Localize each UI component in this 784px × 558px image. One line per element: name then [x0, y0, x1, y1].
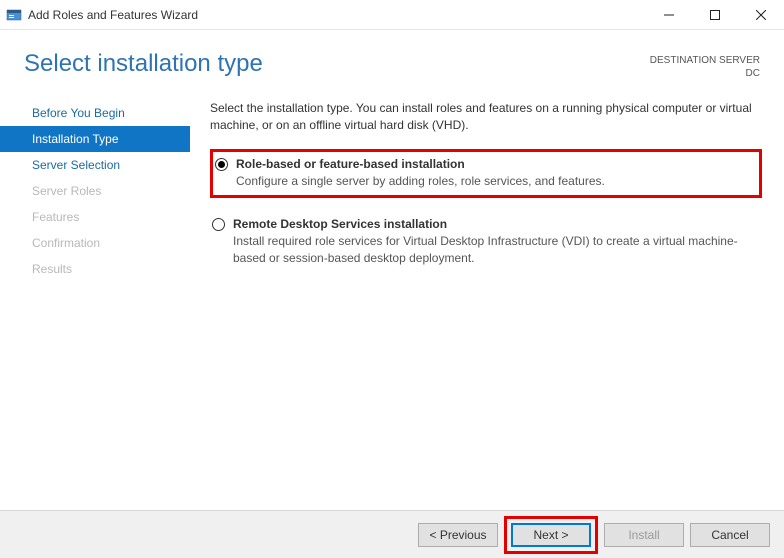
step-server-roles: Server Roles — [0, 178, 190, 204]
option-text: Remote Desktop Services installation Ins… — [233, 216, 760, 268]
radio-role-based[interactable] — [215, 158, 228, 171]
header: Select installation type DESTINATION SER… — [0, 30, 784, 90]
step-features: Features — [0, 204, 190, 230]
destination-value: DC — [650, 67, 760, 80]
close-button[interactable] — [738, 0, 784, 30]
option-desc: Configure a single server by adding role… — [236, 173, 605, 190]
step-server-selection[interactable]: Server Selection — [0, 152, 190, 178]
option-desc: Install required role services for Virtu… — [233, 233, 760, 268]
body: Before You Begin Installation Type Serve… — [0, 90, 784, 500]
instruction-text: Select the installation type. You can in… — [210, 100, 762, 135]
minimize-button[interactable] — [646, 0, 692, 30]
step-installation-type[interactable]: Installation Type — [0, 126, 190, 152]
sidebar: Before You Begin Installation Type Serve… — [0, 90, 190, 500]
destination-label: DESTINATION SERVER — [650, 54, 760, 67]
content: Select the installation type. You can in… — [190, 90, 784, 500]
step-results: Results — [0, 256, 190, 282]
step-before-you-begin[interactable]: Before You Begin — [0, 100, 190, 126]
option-role-based[interactable]: Role-based or feature-based installation… — [210, 149, 762, 198]
option-title: Role-based or feature-based installation — [236, 156, 605, 173]
radio-remote-desktop[interactable] — [212, 218, 225, 231]
previous-button[interactable]: < Previous — [418, 523, 498, 547]
cancel-button[interactable]: Cancel — [690, 523, 770, 547]
wizard-icon — [6, 7, 22, 23]
page-title: Select installation type — [24, 50, 263, 78]
next-button-highlight: Next > — [504, 516, 598, 554]
option-title: Remote Desktop Services installation — [233, 216, 760, 233]
titlebar: Add Roles and Features Wizard — [0, 0, 784, 30]
option-text: Role-based or feature-based installation… — [236, 156, 605, 191]
next-button[interactable]: Next > — [511, 523, 591, 547]
destination-server: DESTINATION SERVER DC — [650, 50, 760, 80]
footer: < Previous Next > Install Cancel — [0, 510, 784, 558]
install-button: Install — [604, 523, 684, 547]
window-title: Add Roles and Features Wizard — [28, 8, 198, 22]
step-confirmation: Confirmation — [0, 230, 190, 256]
option-remote-desktop[interactable]: Remote Desktop Services installation Ins… — [210, 212, 762, 272]
maximize-button[interactable] — [692, 0, 738, 30]
